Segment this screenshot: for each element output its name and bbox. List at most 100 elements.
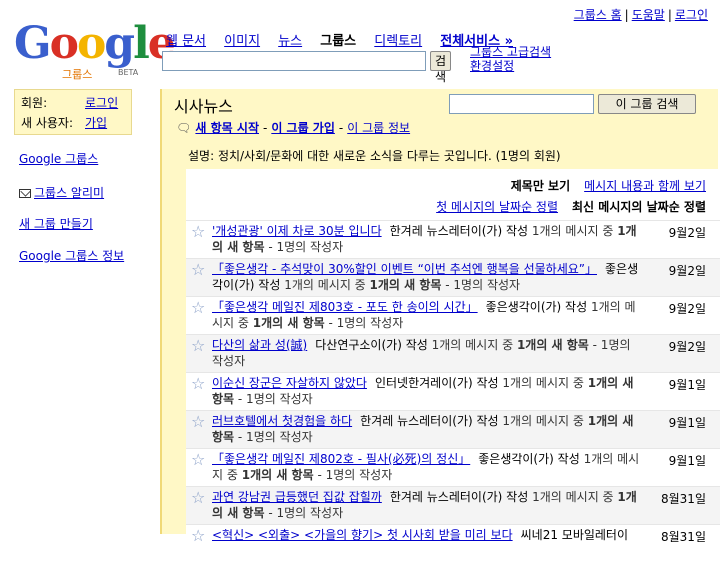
thread-row: ☆ 「좋은생각 메일진 제803호 - 포도 한 송이의 시간」 좋은생각이(가) … xyxy=(186,296,720,334)
thread-row: ☆ 이순신 장군은 자살하지 않았다 인터넷한겨레이(가) 작성 1개의 메시지 중… xyxy=(186,372,720,410)
logo-letter: o xyxy=(76,18,106,69)
thread-author: 좋은생각이(가) 작성 xyxy=(478,452,580,466)
search-button[interactable]: 검색 xyxy=(430,51,452,84)
separator: - xyxy=(338,121,344,135)
thread-subject-link[interactable]: 「좋은생각 - 추석맞이 30%할인 이벤트 “이번 추석엔 행복을 선물하세요… xyxy=(212,262,597,276)
star-icon[interactable]: ☆ xyxy=(191,527,205,545)
thread-author: 인터넷한겨레이(가) 작성 xyxy=(374,376,499,390)
star-icon[interactable]: ☆ xyxy=(191,299,205,317)
thread-author: 한겨레 뉴스레터이(가) 작성 xyxy=(389,490,529,504)
thread-meta: 1개의 메시지 중 1개의 새 항목 - 1명의 작성자 xyxy=(284,278,521,292)
group-description: 설명: 정치/사회/문화에 대한 새로운 소식을 다루는 곳입니다. (1명의 … xyxy=(188,149,561,163)
group-panel: 시사뉴스 이 그룹 검색 🗨︎ 새 항목 시작 - 이 그룹 가입 - 이 그룹 정보 … xyxy=(160,89,720,545)
advanced-search-link[interactable]: 그룹스 고급검색 xyxy=(470,45,551,59)
thread-body: 이순신 장군은 자살하지 않았다 인터넷한겨레이(가) 작성 1개의 메시지 중 … xyxy=(212,375,640,409)
thread-date: 9월1일 xyxy=(668,378,706,392)
thread-author: 좋은생각이(가) 작성 xyxy=(485,300,588,314)
thread-date: 9월2일 xyxy=(668,302,706,316)
sidebar-groups-link[interactable]: Google 그룹스 xyxy=(19,152,98,166)
group-search-input[interactable] xyxy=(449,94,594,114)
thread-subject-link[interactable]: 과연 강남권 급등했던 집값 잡힐까 xyxy=(212,490,382,504)
thread-row: ☆ 과연 강남권 급등했던 집값 잡힐까 한겨레 뉴스레터이(가) 작성 1개의 메… xyxy=(186,486,720,524)
search-links: 그룹스 고급검색 환경설정 xyxy=(470,45,551,73)
thread-row: ☆ <혁신> <외출> <가을의 향기> 첫 시사회 받을 미리 보다 씨네21 모… xyxy=(186,524,720,562)
thread-subject-link[interactable]: 러브호텔에서 첫경험을 하다 xyxy=(212,414,352,428)
thread-body: 「좋은생각 메일진 제803호 - 포도 한 송이의 시간」 좋은생각이(가) 작… xyxy=(212,299,640,333)
tab-web[interactable]: 웹 문서 xyxy=(166,34,206,49)
view-subject-only: 제목만 보기 xyxy=(510,179,571,193)
star-icon[interactable]: ☆ xyxy=(191,375,205,393)
thread-row: ☆ 「좋은생각 메일진 제802호 - 필사(必死)의 정신」 좋은생각이(가) 작… xyxy=(186,448,720,486)
thread-date: 9월2일 xyxy=(668,226,706,240)
thread-row: ☆ 다산의 삶과 성(誠) 다산연구소이(가) 작성 1개의 메시지 중 1개의 새… xyxy=(186,334,720,372)
sort-latest-message: 최신 메시지의 날짜순 정렬 xyxy=(572,200,706,214)
star-icon[interactable]: ☆ xyxy=(191,489,205,507)
login-link[interactable]: 로그인 xyxy=(675,8,708,22)
settings-link[interactable]: 환경설정 xyxy=(470,59,551,73)
thread-body: 「좋은생각 메일진 제802호 - 필사(必死)의 정신」 좋은생각이(가) 작성… xyxy=(212,451,640,485)
thread-date: 8월31일 xyxy=(661,492,706,506)
logo-beta: BETA xyxy=(118,68,139,77)
envelope-icon xyxy=(19,189,31,198)
account-box: 회원: 로그인 새 사용자: 가입 xyxy=(14,89,132,135)
separator: - xyxy=(262,121,268,135)
new-user-label: 새 사용자: xyxy=(21,116,74,130)
thread-subject-link[interactable]: 「좋은생각 메일진 제802호 - 필사(必死)의 정신」 xyxy=(212,452,470,466)
help-link[interactable]: 도움말 xyxy=(632,8,665,22)
sidebar-about-wrap: Google 그룹스 정보 xyxy=(19,247,124,264)
search-input[interactable] xyxy=(162,51,426,71)
tab-directory[interactable]: 디렉토리 xyxy=(374,34,422,49)
member-label: 회원: xyxy=(21,96,48,110)
thread-body: 「좋은생각 - 추석맞이 30%할인 이벤트 “이번 추석엔 행복을 선물하세요… xyxy=(212,261,640,295)
logo-wordmark: Google xyxy=(14,22,176,66)
group-search-button[interactable]: 이 그룹 검색 xyxy=(598,94,696,114)
thread-subject-link[interactable]: <혁신> <외출> <가을의 향기> 첫 시사회 받을 미리 보다 xyxy=(212,528,513,542)
sidebar-alerts-link[interactable]: 그룹스 알리미 xyxy=(34,186,104,200)
groups-home-link[interactable]: 그룹스 홈 xyxy=(574,8,622,22)
tab-groups: 그룹스 xyxy=(320,34,357,49)
thread-body: 러브호텔에서 첫경험을 하다 한겨레 뉴스레터이(가) 작성 1개의 메시지 중 … xyxy=(212,413,640,447)
signup-link[interactable]: 가입 xyxy=(85,116,107,130)
logo-letter: o xyxy=(49,18,79,69)
star-icon[interactable]: ☆ xyxy=(191,413,205,431)
new-user-row: 새 사용자: 가입 xyxy=(21,113,125,133)
thread-date: 9월1일 xyxy=(668,454,706,468)
thread-author: 한겨레 뉴스레터이(가) 작성 xyxy=(360,414,499,428)
tab-news[interactable]: 뉴스 xyxy=(278,34,302,49)
speech-bubble-icon: 🗨︎ xyxy=(176,121,192,135)
thread-date: 9월1일 xyxy=(668,416,706,430)
star-icon[interactable]: ☆ xyxy=(191,223,205,241)
thread-subject-link[interactable]: 이순신 장군은 자살하지 않았다 xyxy=(212,376,367,390)
separator: | xyxy=(667,8,672,22)
thread-date: 8월31일 xyxy=(661,530,706,544)
sidebar-about-link[interactable]: Google 그룹스 정보 xyxy=(19,249,124,263)
star-icon[interactable]: ☆ xyxy=(191,451,205,469)
new-topic-link[interactable]: 새 항목 시작 xyxy=(195,121,259,135)
star-icon[interactable]: ☆ xyxy=(191,337,205,355)
thread-author: 한겨레 뉴스레터이(가) 작성 xyxy=(389,224,529,238)
sidebar-alerts-wrap: 그룹스 알리미 xyxy=(19,184,104,201)
sidebar-create-link[interactable]: 새 그룹 만들기 xyxy=(19,217,93,231)
google-groups-logo[interactable]: Google 그룹스 BETA xyxy=(14,22,176,82)
sidebar-groups-link-wrap: Google 그룹스 xyxy=(19,150,98,167)
thread-subject-link[interactable]: 「좋은생각 메일진 제803호 - 포도 한 송이의 시간」 xyxy=(212,300,478,314)
tab-images[interactable]: 이미지 xyxy=(224,34,260,49)
join-group-link[interactable]: 이 그룹 가입 xyxy=(271,121,335,135)
thread-items: ☆ '개성관광' 이제 차로 30분 입니다 한겨레 뉴스레터이(가) 작성 1개의… xyxy=(186,220,720,562)
logo-sub: 그룹스 xyxy=(62,68,93,81)
thread-row: ☆ 「좋은생각 - 추석맞이 30%할인 이벤트 “이번 추석엔 행복을 선물하세… xyxy=(186,258,720,296)
view-with-content-link[interactable]: 메시지 내용과 함께 보기 xyxy=(584,179,706,193)
star-icon[interactable]: ☆ xyxy=(191,261,205,279)
sidebar-create-wrap: 새 그룹 만들기 xyxy=(19,215,93,232)
thread-body: <혁신> <외출> <가을의 향기> 첫 시사회 받을 미리 보다 씨네21 모바… xyxy=(212,527,640,561)
sort-first-message-link[interactable]: 첫 메시지의 날짜순 정렬 xyxy=(436,200,558,214)
thread-author: 씨네21 모바일레터이 xyxy=(520,528,629,542)
member-login-link[interactable]: 로그인 xyxy=(85,96,118,110)
group-title: 시사뉴스 xyxy=(174,97,233,116)
view-options: 제목만 보기 메시지 내용과 함께 보기 xyxy=(511,177,706,194)
member-row: 회원: 로그인 xyxy=(21,93,125,113)
thread-body: 다산의 삶과 성(誠) 다산연구소이(가) 작성 1개의 메시지 중 1개의 새 … xyxy=(212,337,640,371)
thread-subject-link[interactable]: 다산의 삶과 성(誠) xyxy=(212,338,307,352)
thread-subject-link[interactable]: '개성관광' 이제 차로 30분 입니다 xyxy=(212,224,382,238)
group-info-link[interactable]: 이 그룹 정보 xyxy=(347,121,410,135)
